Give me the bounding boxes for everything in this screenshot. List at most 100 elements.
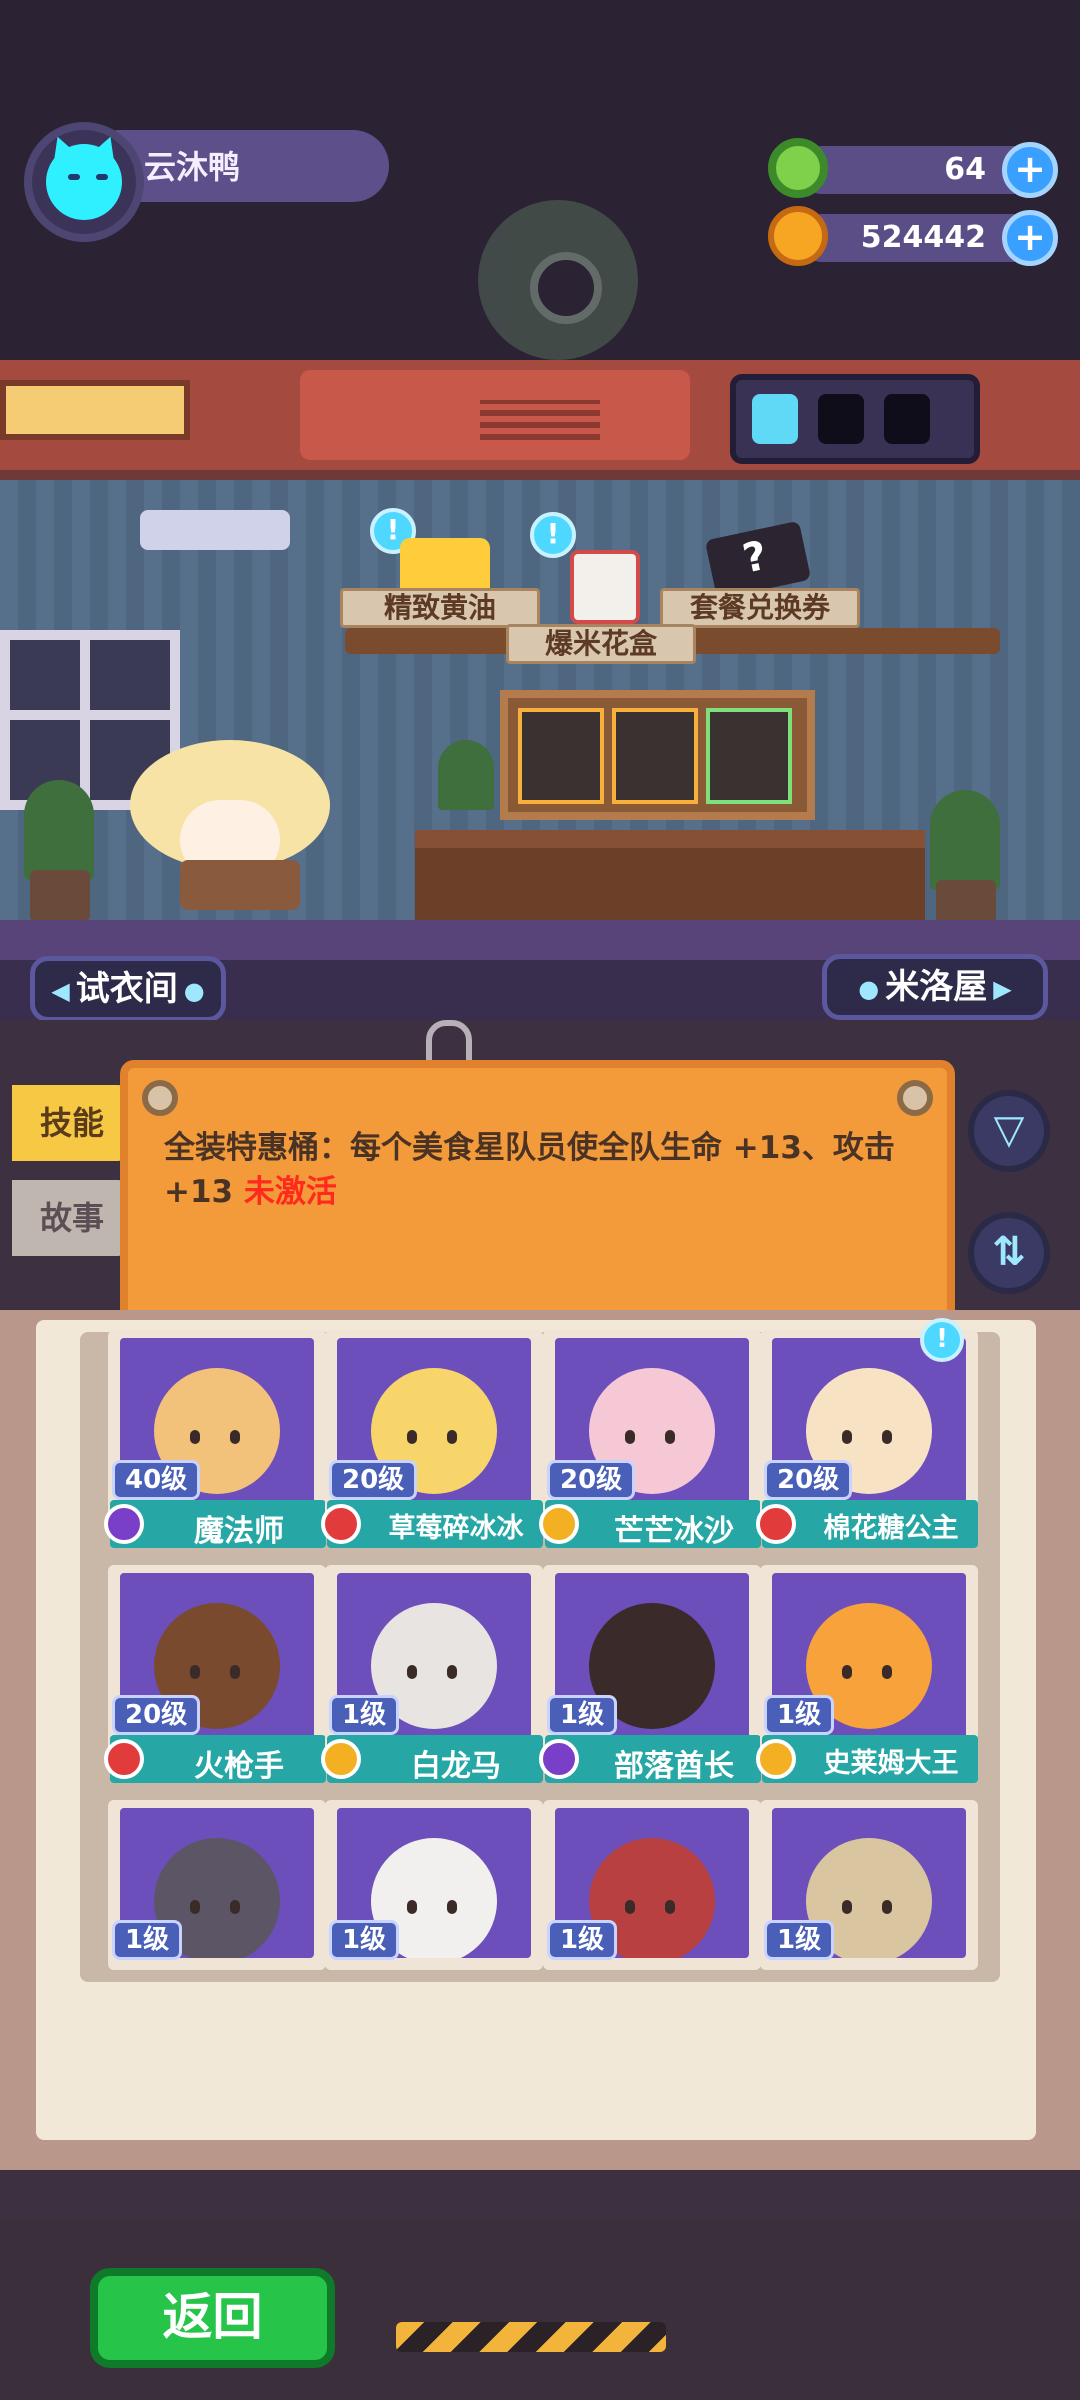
skill-status: 未激活: [243, 1174, 337, 1210]
currency-value: 524442: [860, 220, 986, 255]
character-card[interactable]: 20级棉花糖公主!: [756, 1318, 978, 1550]
pin-icon: [142, 1080, 178, 1116]
tab-skill[interactable]: 技能: [12, 1085, 132, 1161]
rarity-shield-icon: [321, 1739, 361, 1779]
name-bar: 火枪手: [104, 1735, 326, 1784]
filter-button[interactable]: ▽: [968, 1090, 1050, 1172]
machine-shelf: [0, 360, 1080, 480]
character-eye: [230, 1430, 240, 1444]
skill-panel: 全装特惠桶：每个美食星队员使全队生命 +13、攻击 +13 未激活: [120, 1060, 955, 1340]
sort-button[interactable]: ⇅: [968, 1212, 1050, 1294]
shop-item-label[interactable]: 套餐兑换券: [660, 588, 860, 628]
character-eye: [407, 1430, 417, 1444]
add-coin-button[interactable]: +: [1002, 210, 1058, 266]
character-name: 史莱姆大王: [823, 1748, 959, 1779]
cabinet-slot[interactable]: [612, 708, 698, 804]
cabinet-slot[interactable]: [706, 708, 792, 804]
level-badge: 20级: [547, 1460, 636, 1500]
energy-cell-icon: [752, 394, 798, 444]
character-card[interactable]: 1级: [325, 1800, 543, 2020]
character-eye: [882, 1430, 892, 1444]
character-card[interactable]: 1级: [760, 1800, 978, 2020]
energy-cell-icon: [884, 394, 930, 444]
tab-story[interactable]: 故事: [12, 1180, 132, 1256]
back-button[interactable]: 返回: [90, 2268, 335, 2368]
display-cabinet[interactable]: [500, 690, 815, 820]
avatar-eye: [96, 174, 108, 180]
name-bar: 魔法师: [104, 1500, 326, 1549]
plant-pot: [30, 870, 90, 922]
level-badge: 1级: [547, 1695, 618, 1735]
gear-decoration-icon: [478, 200, 638, 360]
level-badge: 1级: [329, 1695, 400, 1735]
character-card[interactable]: 1级 部落酋长: [539, 1565, 761, 1785]
notice-icon[interactable]: !: [920, 1318, 964, 1362]
level-badge: 1级: [112, 1920, 183, 1960]
character-card[interactable]: 1级: [108, 1800, 326, 2020]
cake: [180, 860, 300, 910]
machine-panel: [0, 380, 190, 440]
character-card[interactable]: 1级: [543, 1800, 761, 2020]
character-eye: [665, 1665, 675, 1679]
character-name: 白龙马: [411, 1749, 501, 1784]
character-eye: [230, 1665, 240, 1679]
plant: [930, 790, 1000, 890]
shop-item-label[interactable]: 爆米花盒: [506, 624, 696, 664]
character-eye: [190, 1665, 200, 1679]
character-eye: [842, 1665, 852, 1679]
chef-character[interactable]: [120, 740, 340, 910]
plant: [24, 780, 94, 880]
character-eye: [842, 1900, 852, 1914]
avatar-eye: [68, 174, 80, 180]
shop-scene: ! ! ? 精致黄油 套餐兑换券 爆米花盒 ◀ 试衣间 ● ● 米洛屋 ▶: [0, 360, 1080, 1060]
hazard-stripe: [396, 2322, 666, 2352]
level-badge: 20级: [764, 1460, 853, 1500]
popcorn-box-icon[interactable]: [570, 550, 640, 624]
cat-avatar-icon: [46, 144, 122, 220]
character-name: 棉花糖公主: [823, 1513, 959, 1544]
donut-icon: [768, 138, 828, 198]
level-badge: 1级: [547, 1920, 618, 1960]
rarity-shield-icon: [104, 1739, 144, 1779]
dot-icon: ●: [183, 976, 205, 1005]
character-eye: [447, 1430, 457, 1444]
plant: [438, 740, 494, 810]
level-badge: 1级: [329, 1920, 400, 1960]
fitting-room-button[interactable]: ◀ 试衣间 ●: [30, 956, 226, 1022]
character-card[interactable]: 1级 史莱姆大王: [756, 1565, 978, 1785]
player-profile[interactable]: 云沐鸭: [24, 122, 389, 242]
character-name: 火枪手: [194, 1749, 284, 1784]
add-donut-button[interactable]: +: [1002, 142, 1058, 198]
character-card[interactable]: 20级 火枪手: [104, 1565, 326, 1785]
character-eye: [665, 1900, 675, 1914]
milo-house-button[interactable]: ● 米洛屋 ▶: [822, 954, 1048, 1020]
planet-coin-icon: [768, 206, 828, 266]
character-name: 草莓碎冰冰: [388, 1513, 524, 1544]
character-eye: [447, 1665, 457, 1679]
avatar[interactable]: [24, 122, 144, 242]
machine-vent: [480, 400, 600, 440]
character-card[interactable]: 40级 魔法师: [104, 1330, 326, 1550]
currency-value: 64: [944, 152, 986, 187]
character-eye: [665, 1430, 675, 1444]
arrow-left-icon: ◀: [51, 976, 70, 1005]
level-badge: 20级: [329, 1460, 418, 1500]
shop-item-label[interactable]: 精致黄油: [340, 588, 540, 628]
sort-icon: ⇅: [992, 1229, 1026, 1275]
filter-icon: ▽: [993, 1107, 1025, 1153]
name-bar: 芒芒冰沙: [539, 1500, 761, 1549]
character-name: 芒芒冰沙: [614, 1514, 734, 1549]
character-card[interactable]: 20级草莓碎冰冰: [321, 1330, 543, 1550]
character-card[interactable]: 20级芒芒冰沙: [539, 1330, 761, 1550]
rarity-shield-icon: [756, 1504, 796, 1544]
character-eye: [407, 1900, 417, 1914]
character-eye: [407, 1665, 417, 1679]
energy-battery: [730, 374, 980, 464]
character-name: 魔法师: [194, 1514, 284, 1549]
cabinet-slot[interactable]: [518, 708, 604, 804]
name-bar: 史莱姆大王: [756, 1735, 978, 1783]
notice-icon[interactable]: !: [530, 512, 576, 558]
skill-description: 全装特惠桶：每个美食星队员使全队生命 +13、攻击 +13 未激活: [164, 1126, 924, 1214]
milo-house-label: 米洛屋: [885, 967, 988, 1007]
character-card[interactable]: 1级 白龙马: [321, 1565, 543, 1785]
